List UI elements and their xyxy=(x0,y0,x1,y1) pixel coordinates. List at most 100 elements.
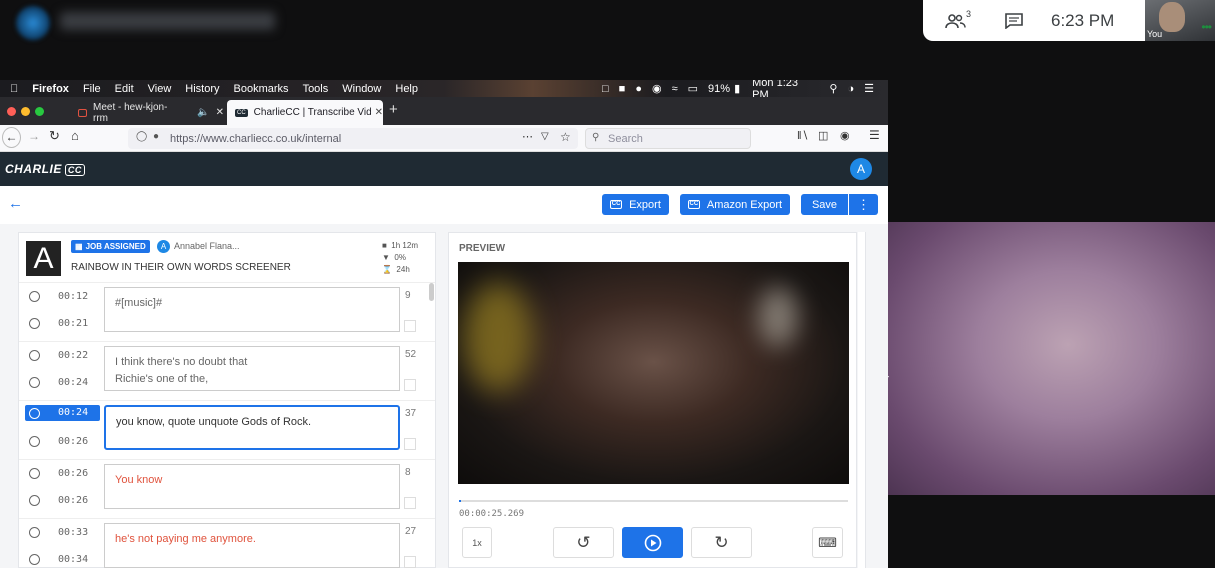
segment-text-input[interactable]: You know xyxy=(104,464,400,509)
keyboard-shortcuts-button[interactable]: ⌨ xyxy=(812,527,843,558)
duration-meta: ■ 1h 12m xyxy=(382,241,418,250)
segment-start[interactable]: 00:26 xyxy=(58,468,88,479)
self-view-tile[interactable]: You ••• xyxy=(1145,0,1215,41)
wifi-icon[interactable]: ≈ xyxy=(672,83,678,95)
menu-history[interactable]: History xyxy=(185,83,219,95)
tab-close-icon[interactable]: ✕ xyxy=(375,107,383,118)
tab-close-icon[interactable]: ✕ xyxy=(216,107,224,118)
segment-checkbox[interactable] xyxy=(404,556,416,568)
playback-speed-button[interactable]: 1x xyxy=(462,527,492,558)
menu-edit[interactable]: Edit xyxy=(115,83,134,95)
user-avatar[interactable]: A xyxy=(850,158,872,180)
control-center-icon[interactable]: ☰ xyxy=(864,82,874,95)
segment-text-input[interactable]: you know, quote unquote Gods of Rock. xyxy=(104,405,400,450)
window-close-button[interactable] xyxy=(7,107,16,116)
segment-end[interactable]: 00:26 xyxy=(58,436,88,447)
menu-tools[interactable]: Tools xyxy=(303,83,329,95)
back-arrow-icon[interactable]: ← xyxy=(8,195,23,212)
back-button[interactable]: ← xyxy=(2,127,21,148)
menu-help[interactable]: Help xyxy=(395,83,418,95)
meet-favicon-icon xyxy=(78,108,87,117)
alarm-end-icon[interactable] xyxy=(29,495,40,506)
alarm-start-icon[interactable] xyxy=(29,468,40,479)
segment-checkbox[interactable] xyxy=(404,379,416,391)
segment-start[interactable]: 00:22 xyxy=(58,350,88,361)
segment-start[interactable]: 00:24 xyxy=(58,407,88,418)
forward-button[interactable]: ↻ xyxy=(691,527,752,558)
pocket-icon[interactable]: ▽ xyxy=(541,131,549,142)
video-player[interactable] xyxy=(458,262,849,484)
reload-icon[interactable]: ↻ xyxy=(49,128,60,144)
segment-end[interactable]: 00:34 xyxy=(58,554,88,565)
menu-bookmarks[interactable]: Bookmarks xyxy=(234,83,289,95)
spotlight-search-icon[interactable]: ⚲ xyxy=(829,82,837,95)
segment-start[interactable]: 00:33 xyxy=(58,527,88,538)
keyboard-icon: ⌨ xyxy=(818,534,837,550)
segment-text-input[interactable]: I think there's no doubt that Richie's o… xyxy=(104,346,400,391)
camera-icon[interactable]: ■ xyxy=(619,83,626,95)
window-zoom-button[interactable] xyxy=(35,107,44,116)
url-input[interactable]: ◯ ● https://www.charliecc.co.uk/internal… xyxy=(128,128,578,149)
speaker-icon[interactable]: 🔈 xyxy=(197,107,209,118)
siri-icon[interactable]: ◑ xyxy=(847,83,854,95)
segment-text-input[interactable]: #[music]# xyxy=(104,287,400,332)
char-count: 8 xyxy=(405,467,411,478)
search-input[interactable]: ⚲ Search xyxy=(585,128,751,149)
menu-view[interactable]: View xyxy=(148,83,172,95)
assignee-name: Annabel Flana... xyxy=(174,241,240,251)
alarm-end-icon[interactable] xyxy=(29,554,40,565)
segment-end[interactable]: 00:26 xyxy=(58,495,88,506)
bookmark-star-icon[interactable]: ☆ xyxy=(560,130,571,144)
forward-button[interactable]: → xyxy=(28,129,40,143)
new-tab-icon[interactable]: + xyxy=(389,101,398,118)
segment-text-input[interactable]: he's not paying me anymore. xyxy=(104,523,400,568)
rewind-button[interactable]: ↺ xyxy=(553,527,614,558)
amazon-export-button[interactable]: CC Amazon Export xyxy=(680,194,790,215)
home-icon[interactable]: ⌂ xyxy=(71,128,79,143)
video-progress-bar[interactable] xyxy=(459,500,848,502)
mic-icon[interactable]: ● xyxy=(635,83,642,95)
hamburger-menu-icon[interactable]: ☰ xyxy=(869,128,880,142)
alarm-start-icon[interactable] xyxy=(29,350,40,361)
airplay-icon[interactable]: ▭ xyxy=(688,82,698,95)
menu-file[interactable]: File xyxy=(83,83,101,95)
save-button[interactable]: Save xyxy=(801,194,848,215)
menu-window[interactable]: Window xyxy=(342,83,381,95)
alarm-start-icon[interactable] xyxy=(29,291,40,302)
sidebar-icon[interactable]: ◫ xyxy=(818,129,828,142)
segment-checkbox[interactable] xyxy=(404,438,416,450)
more-options-button[interactable]: ⋮ xyxy=(849,194,878,215)
shield-status-icon[interactable]: ◉ xyxy=(652,82,662,95)
scrollbar-thumb[interactable] xyxy=(429,283,434,301)
alarm-start-icon[interactable] xyxy=(29,408,40,419)
apple-icon[interactable]:  xyxy=(10,83,18,95)
lock-icon[interactable]: ● xyxy=(153,131,159,142)
segment-checkbox[interactable] xyxy=(404,320,416,332)
participants-button[interactable]: 3 xyxy=(941,6,971,36)
chat-button[interactable] xyxy=(999,6,1029,36)
transcript-editor: A ▦ JOB ASSIGNED A Annabel Flana... RAIN… xyxy=(18,232,436,568)
play-button[interactable] xyxy=(622,527,683,558)
segment-end[interactable]: 00:21 xyxy=(58,318,88,329)
segment-checkbox[interactable] xyxy=(404,497,416,509)
tab-charliecc[interactable]: CC CharlieCC | Transcribe Video to ✕ xyxy=(227,100,383,125)
library-icon[interactable]: ‖∖ xyxy=(797,129,809,142)
export-button[interactable]: CC Export xyxy=(602,194,669,215)
alarm-end-icon[interactable] xyxy=(29,436,40,447)
segment-end[interactable]: 00:24 xyxy=(58,377,88,388)
alarm-end-icon[interactable] xyxy=(29,377,40,388)
tab-meet[interactable]: Meet - hew-kjon-rrm 🔈 ✕ xyxy=(70,100,224,125)
participant-video-tile[interactable] xyxy=(888,222,1215,495)
screens-icon[interactable]: □ xyxy=(602,83,609,95)
account-icon[interactable]: ◉ xyxy=(840,129,850,142)
window-minimize-button[interactable] xyxy=(21,107,30,116)
charlie-logo[interactable]: CHARLIE CC xyxy=(5,162,85,176)
battery-icon[interactable]: ▮ xyxy=(734,82,740,95)
progress-value: 0% xyxy=(394,253,406,262)
menu-firefox[interactable]: Firefox xyxy=(32,83,69,95)
alarm-start-icon[interactable] xyxy=(29,527,40,538)
segment-start[interactable]: 00:12 xyxy=(58,291,88,302)
tracking-shield-icon[interactable]: ◯ xyxy=(136,131,147,142)
page-actions-icon[interactable]: ⋯ xyxy=(522,130,533,143)
alarm-end-icon[interactable] xyxy=(29,318,40,329)
